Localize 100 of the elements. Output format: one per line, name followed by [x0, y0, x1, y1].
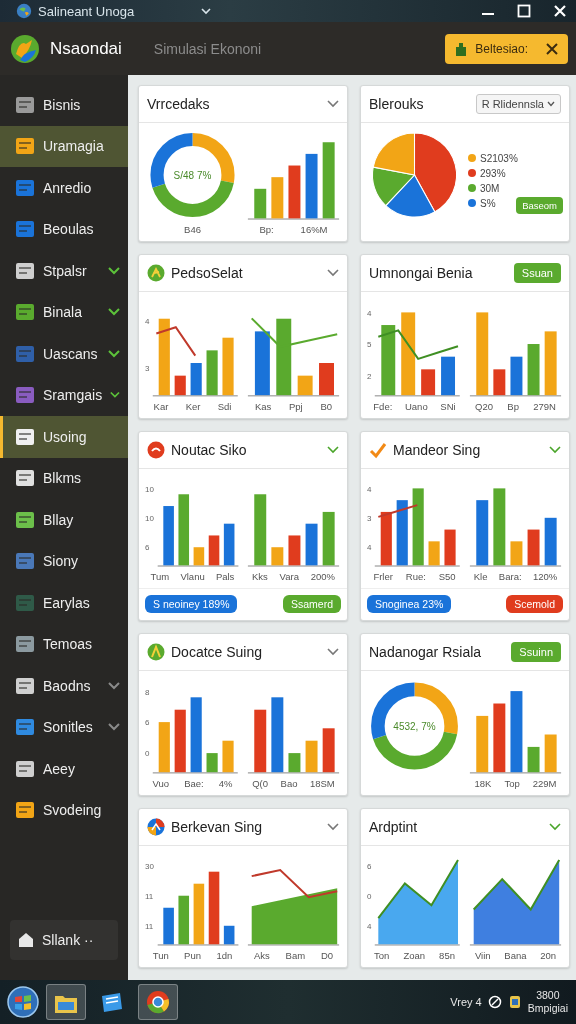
tile-icon [15, 509, 35, 530]
axis-label: Tum [150, 571, 170, 584]
axis-label: Aks [253, 950, 270, 963]
axis-tick: 4 [367, 921, 372, 931]
tile-icon [15, 385, 35, 406]
axis-tick: 0 [367, 892, 372, 901]
axis-tick: 6 [145, 718, 150, 728]
axis-label: Vara [279, 571, 299, 584]
axis-label: Tun [152, 950, 169, 963]
axis-tick: 4 [145, 317, 150, 326]
axis-label: Ton [374, 950, 390, 963]
tile-icon [15, 634, 35, 655]
axis-label: Kle [473, 571, 488, 584]
tile-icon [15, 302, 35, 323]
axis-tick: 3 [145, 364, 150, 373]
sidebar-item[interactable]: Usoing [0, 416, 128, 458]
chevron-icon[interactable] [549, 823, 561, 831]
axis-label: 1dn [216, 950, 233, 963]
axis-label: Ker [185, 401, 201, 414]
axis-tick: 11 [145, 892, 154, 901]
tray-icon[interactable] [507, 995, 522, 1009]
sidebar-item[interactable]: Binala [0, 291, 128, 333]
sidebar-item[interactable]: Earylas [0, 582, 128, 624]
globe-icon[interactable] [16, 3, 32, 19]
card-title: Umnongai Benia [369, 265, 474, 281]
axis-label: Zoan [403, 950, 426, 963]
chevron-icon[interactable] [327, 648, 339, 656]
axis-label: Kks [251, 571, 268, 584]
axis-label: Frler [373, 571, 393, 584]
tile-icon [15, 94, 35, 115]
sidebar-item[interactable]: Svodeing [0, 789, 128, 831]
donut-value: S/48 7% [173, 169, 212, 181]
circle-icon[interactable] [487, 995, 502, 1009]
sidebar-item[interactable]: Uramagia [0, 125, 128, 167]
axis-label: Vuo [152, 778, 170, 791]
dropdown[interactable]: R Rlidennsla [475, 94, 561, 114]
sidebar-item[interactable]: Blkms [0, 457, 128, 499]
chevron-icon[interactable] [327, 100, 339, 108]
axis-label: Bp [507, 401, 519, 414]
tile-icon [15, 468, 35, 489]
sidebar-item[interactable]: Beoulas [0, 208, 128, 250]
maximize-icon[interactable] [516, 3, 532, 19]
axis-tick: 10 [145, 514, 154, 523]
pill-button[interactable]: Snoginea 23% [367, 595, 452, 613]
axis-label: 18SM [309, 778, 335, 791]
house-icon [18, 932, 34, 948]
chevron-icon[interactable] [327, 269, 339, 277]
tray-text: Vrey 4 [450, 996, 482, 1008]
chevron-icon[interactable] [327, 823, 339, 831]
axis-label: 85n [439, 950, 455, 963]
sidebar-item[interactable]: Siony [0, 540, 128, 582]
pill-button[interactable]: S neoiney 189% [145, 595, 238, 613]
sidebar-item[interactable]: Sonitles [0, 706, 128, 748]
tile-icon [15, 177, 35, 198]
window-title: Salineant Unoga [38, 3, 136, 19]
axis-label: Bam [285, 950, 306, 963]
clock-date: Bmpigiai [527, 1002, 568, 1015]
sidebar-item[interactable]: Baodns [0, 665, 128, 707]
axis-label: Pun [184, 950, 201, 963]
axis-tick: 11 [145, 921, 154, 931]
tile-icon [15, 219, 35, 240]
axis-tick: 30 [145, 862, 154, 872]
axis-tick: 10 [145, 485, 154, 494]
card-title: Nadanogar Rsiala [369, 644, 483, 660]
axis-label: Uano [404, 401, 428, 414]
axis-tick: 0 [145, 749, 150, 759]
chevron-icon[interactable] [549, 446, 561, 454]
tile-icon [15, 800, 35, 821]
tile-icon [15, 136, 35, 157]
sidebar-item[interactable]: Sramgais [0, 374, 128, 416]
sidebar-button[interactable]: Sllank ·· [10, 920, 118, 960]
axis-label: S50 [438, 571, 456, 584]
axis-label: 279N [533, 401, 556, 414]
card-title: Vrrcedaks [147, 96, 211, 112]
orb-icon[interactable] [6, 985, 40, 1019]
chevron-icon [547, 101, 555, 107]
axis-label: Top [504, 778, 520, 791]
axis-tick: 6 [367, 862, 372, 872]
axis-label: Bao [280, 778, 298, 791]
sidebar-item[interactable]: Stpalsr [0, 250, 128, 292]
legend-label: 293% [480, 167, 506, 179]
tile-icon [15, 343, 35, 364]
axis-label: Rue: [405, 571, 426, 584]
sidebar-item[interactable]: Aeey [0, 748, 128, 790]
sidebar-item[interactable]: Uascans [0, 333, 128, 375]
close-icon[interactable] [546, 42, 558, 55]
axis-label: B0 [320, 401, 333, 414]
sidebar-item[interactable]: Temoas [0, 623, 128, 665]
pill-button[interactable]: Scemold [506, 595, 563, 613]
taskbar-button[interactable] [46, 984, 86, 1020]
card-title: Ardptint [369, 819, 419, 835]
donut-value: 4532, 7% [393, 720, 436, 732]
tile-icon [15, 675, 35, 696]
axis-label: Sdi [217, 401, 232, 414]
sidebar-item[interactable]: Bisnis [0, 84, 128, 126]
chevron-icon[interactable] [327, 446, 339, 454]
sidebar-item[interactable]: Bllay [0, 499, 128, 541]
taskbar-button[interactable] [138, 984, 178, 1020]
sidebar-item[interactable]: Anredio [0, 167, 128, 209]
notification-text: Beltesiao: [475, 41, 528, 56]
